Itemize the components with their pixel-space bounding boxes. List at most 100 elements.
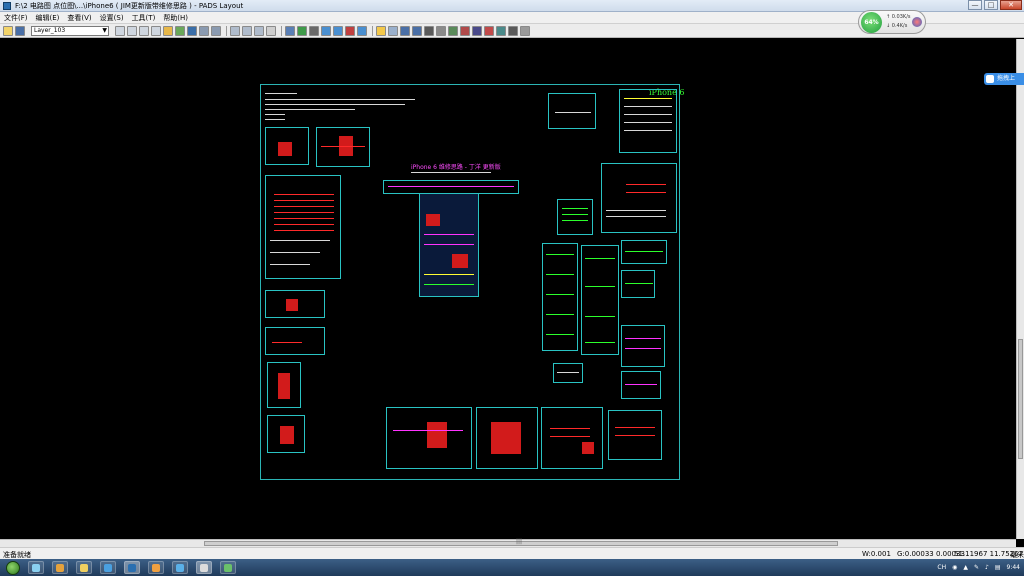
close-button[interactable]: ✕ [1000,0,1022,10]
drc-icon[interactable] [345,25,355,36]
flip-icon[interactable] [436,25,446,36]
verify-icon[interactable] [357,25,367,36]
dimension-icon[interactable] [199,25,209,36]
window-controls: — □ ✕ [968,0,1022,10]
taskbar-app-icon[interactable] [28,561,44,574]
eco-icon[interactable] [211,25,221,36]
spin-icon[interactable] [424,25,434,36]
schematic-panel [476,407,538,469]
settings-icon[interactable] [508,25,518,36]
select-filter-icon[interactable] [388,25,398,36]
menu-edit[interactable]: 编辑(E) [36,13,60,23]
maximize-button[interactable]: □ [984,0,998,10]
menu-view[interactable]: 查看(V) [67,13,91,23]
undo-icon[interactable] [230,25,240,36]
display-colors-icon[interactable] [297,25,307,36]
layer-dropdown-value: Layer_103 [34,26,66,34]
hatch-icon[interactable] [333,25,343,36]
floating-upload-tab[interactable]: 拖拽上 [984,73,1024,85]
schematic-panel [265,327,325,355]
cloud-icon [986,75,994,83]
tray-icon[interactable]: ◉ [952,564,957,571]
schematic-panel [541,407,603,469]
schematic-panel [386,407,472,469]
taskbar-app-icon[interactable] [196,561,212,574]
network-percent: 64% [861,12,882,33]
pour-icon[interactable] [321,25,331,36]
menu-setup[interactable]: 设置(S) [100,13,124,23]
paste-icon[interactable] [139,25,149,36]
notes-panel [621,371,661,399]
notes-panel [621,240,667,264]
cross-probe-icon[interactable] [484,25,494,36]
vertical-scrollbar[interactable] [1016,39,1024,539]
open-folder-icon[interactable] [3,25,13,36]
toolbar-separator [281,25,282,36]
drill-icon[interactable] [520,25,530,36]
redo-icon[interactable] [242,25,252,36]
clock[interactable]: 9:44 [1007,564,1020,571]
schematic-panel [267,362,301,408]
menu-tools[interactable]: 工具(T) [132,13,156,23]
move-icon[interactable] [400,25,410,36]
save-icon[interactable] [15,25,25,36]
route-icon[interactable] [163,25,173,36]
vertical-scroll-thumb[interactable] [1018,339,1023,459]
network-icon[interactable]: ▤ [995,564,1001,571]
schematic-panel [265,290,325,318]
snap-icon[interactable] [309,25,319,36]
taskbar-app-icon[interactable] [76,561,92,574]
notes-panel [621,270,655,298]
print-icon[interactable] [151,25,161,36]
layer-pair-icon[interactable] [285,25,295,36]
chevron-down-icon: ▼ [102,26,107,34]
copy-icon[interactable] [127,25,137,36]
horizontal-scrollbar[interactable]: ||| [0,538,1016,547]
cut-icon[interactable] [115,25,125,36]
select-icon[interactable] [376,25,386,36]
design-icon[interactable] [187,25,197,36]
schematic-panel [608,410,662,460]
volume-icon[interactable]: ♪ [985,564,989,571]
toolbar-separator [372,25,373,36]
taskbar-app-icon[interactable] [52,561,68,574]
zoom-box-icon[interactable] [254,25,264,36]
zoom-icon[interactable] [266,25,276,36]
design-canvas[interactable]: iPhone 6 iPhone 6 维修思路 - 丁洋 更新版 [0,39,1016,539]
status-bar: 准备就绪 W:0.001 G:0.00033 0.00033 51.11967 … [0,547,1024,559]
network-speed-widget[interactable]: 64% ↑ 0.03K/s ↓ 0.4K/s [858,10,926,34]
taskbar-app-icon[interactable] [100,561,116,574]
menu-help[interactable]: 帮助(H) [163,13,188,23]
notes-panel [542,243,578,351]
accelerator-icon[interactable] [912,17,922,27]
input-language[interactable]: CH [937,564,946,571]
download-speed: ↓ 0.4K/s [886,23,908,29]
floating-tab-label: 拖拽上 [997,75,1016,82]
upload-speed: ↑ 0.03K/s [886,14,911,20]
layer-dropdown[interactable]: Layer_103 ▼ [31,25,109,36]
via-icon[interactable] [472,25,482,36]
taskbar-pads-icon[interactable] [124,561,140,574]
taskbar-app-icon[interactable] [172,561,188,574]
notes-panel [621,325,665,367]
grip-icon: ||| [516,538,523,545]
properties-icon[interactable] [496,25,506,36]
rotate-icon[interactable] [412,25,422,36]
tray-icon[interactable]: ▲ [963,564,968,571]
schematic-panel [265,127,309,165]
label-icon[interactable] [448,25,458,36]
taskbar-app-icon[interactable] [148,561,164,574]
schematic-panel [619,89,677,153]
tray-icon[interactable]: ✎ [974,564,979,571]
status-width: W:0.001 [862,550,891,558]
minimize-button[interactable]: — [968,0,982,10]
menu-file[interactable]: 文件(F) [4,13,28,23]
schematic-panel [548,93,596,129]
taskbar-app-icon[interactable] [220,561,236,574]
text-icon[interactable] [460,25,470,36]
start-button[interactable] [6,560,20,575]
drafting-icon[interactable] [175,25,185,36]
pcb-top-strip [383,180,519,194]
schematic-panel [557,199,593,235]
pads-app-icon [3,1,11,10]
